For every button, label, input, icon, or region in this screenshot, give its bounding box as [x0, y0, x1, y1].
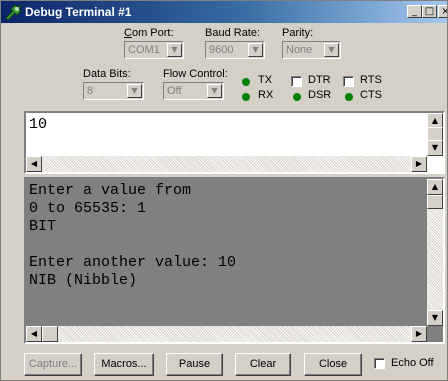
flow-control-label: Flow Control: — [163, 68, 228, 80]
com-port-value: COM1 — [128, 44, 160, 56]
com-port-select[interactable]: COM1 ▼ — [124, 41, 184, 59]
scroll-thumb-icon[interactable] — [42, 326, 58, 342]
window-title: Debug Terminal #1 — [25, 5, 132, 19]
chevron-down-icon[interactable]: ▼ — [324, 43, 339, 57]
parity-value: None — [286, 44, 313, 56]
minimize-button[interactable]: _ — [407, 5, 422, 18]
scroll-thumb-icon[interactable] — [427, 127, 443, 141]
echo-off-checkbox[interactable] — [374, 358, 385, 369]
chevron-down-icon[interactable]: ▼ — [248, 43, 263, 57]
macros-button-label: Macros... — [101, 358, 147, 370]
rx-label: RX — [258, 89, 274, 101]
baud-rate-value: 9600 — [209, 44, 234, 56]
scroll-thumb-icon[interactable] — [427, 195, 443, 209]
parity-select[interactable]: None ▼ — [282, 41, 341, 59]
capture-button[interactable]: Capture... — [24, 353, 82, 376]
chevron-down-icon[interactable]: ▼ — [167, 43, 182, 57]
pause-button-label: Pause — [178, 358, 211, 370]
pause-button[interactable]: Pause — [166, 353, 223, 376]
close-button-label: Close — [318, 358, 348, 370]
data-bits-select[interactable]: 8 ▼ — [83, 82, 144, 100]
transmit-pane[interactable]: 10 ▲ ▼ ◀ ▶ — [24, 111, 445, 174]
com-port-label: Com Port: — [124, 27, 174, 39]
tx-led-icon — [242, 78, 250, 86]
scroll-up-icon[interactable]: ▲ — [427, 179, 443, 195]
cts-led-icon — [345, 93, 353, 101]
rx-led-icon — [242, 93, 250, 101]
dtr-label: DTR — [308, 74, 331, 86]
dsr-led-icon — [293, 93, 301, 101]
close-window-button[interactable]: × — [438, 5, 447, 18]
scroll-left-icon[interactable]: ◀ — [26, 156, 42, 172]
transmit-vertical-scrollbar[interactable]: ▲ ▼ — [427, 113, 443, 156]
rts-label: RTS — [360, 74, 382, 86]
terminal-app-icon — [4, 3, 24, 21]
receive-pane[interactable]: Enter a value from 0 to 65535: 1 BIT Ent… — [24, 177, 445, 344]
cts-label: CTS — [360, 89, 382, 101]
scroll-left-icon[interactable]: ◀ — [26, 326, 42, 342]
chevron-down-icon[interactable]: ▼ — [207, 84, 222, 98]
transmit-horizontal-scrollbar[interactable]: ◀ ▶ — [26, 156, 427, 172]
parity-label: Parity: — [282, 27, 314, 39]
tx-label: TX — [258, 74, 273, 86]
transmit-text[interactable]: 10 — [29, 116, 47, 134]
scroll-right-icon[interactable]: ▶ — [411, 156, 427, 172]
clear-button-label: Clear — [249, 358, 277, 370]
baud-rate-label: Baud Rate: — [205, 27, 261, 39]
clear-button[interactable]: Clear — [235, 353, 291, 376]
echo-off-label: Echo Off — [391, 357, 434, 369]
minimize-icon: _ — [412, 6, 417, 17]
receive-vertical-scrollbar[interactable]: ▲ ▼ — [427, 179, 443, 326]
data-bits-label: Data Bits: — [83, 68, 131, 80]
rts-checkbox[interactable] — [343, 76, 354, 87]
close-button[interactable]: Close — [304, 353, 362, 376]
close-icon: × — [441, 6, 447, 17]
receive-text[interactable]: Enter a value from 0 to 65535: 1 BIT Ent… — [29, 182, 236, 290]
maximize-icon: □ — [424, 6, 435, 17]
macros-button[interactable]: Macros... — [94, 353, 154, 376]
scroll-right-icon[interactable]: ▶ — [411, 326, 427, 342]
flow-control-select[interactable]: Off ▼ — [163, 82, 224, 100]
title-bar[interactable]: Debug Terminal #1 _ □ × — [1, 1, 447, 23]
dsr-label: DSR — [308, 89, 332, 101]
dtr-checkbox[interactable] — [291, 76, 302, 87]
maximize-button[interactable]: □ — [422, 5, 437, 18]
flow-control-value: Off — [167, 85, 182, 97]
chevron-down-icon[interactable]: ▼ — [127, 84, 142, 98]
debug-terminal-window: Debug Terminal #1 _ □ × Com Port: COM1 ▼… — [0, 0, 448, 381]
scroll-down-icon[interactable]: ▼ — [427, 310, 443, 326]
baud-rate-select[interactable]: 9600 ▼ — [205, 41, 265, 59]
data-bits-value: 8 — [87, 85, 94, 97]
scroll-down-icon[interactable]: ▼ — [427, 140, 443, 156]
receive-horizontal-scrollbar[interactable]: ◀ ▶ — [26, 326, 427, 342]
